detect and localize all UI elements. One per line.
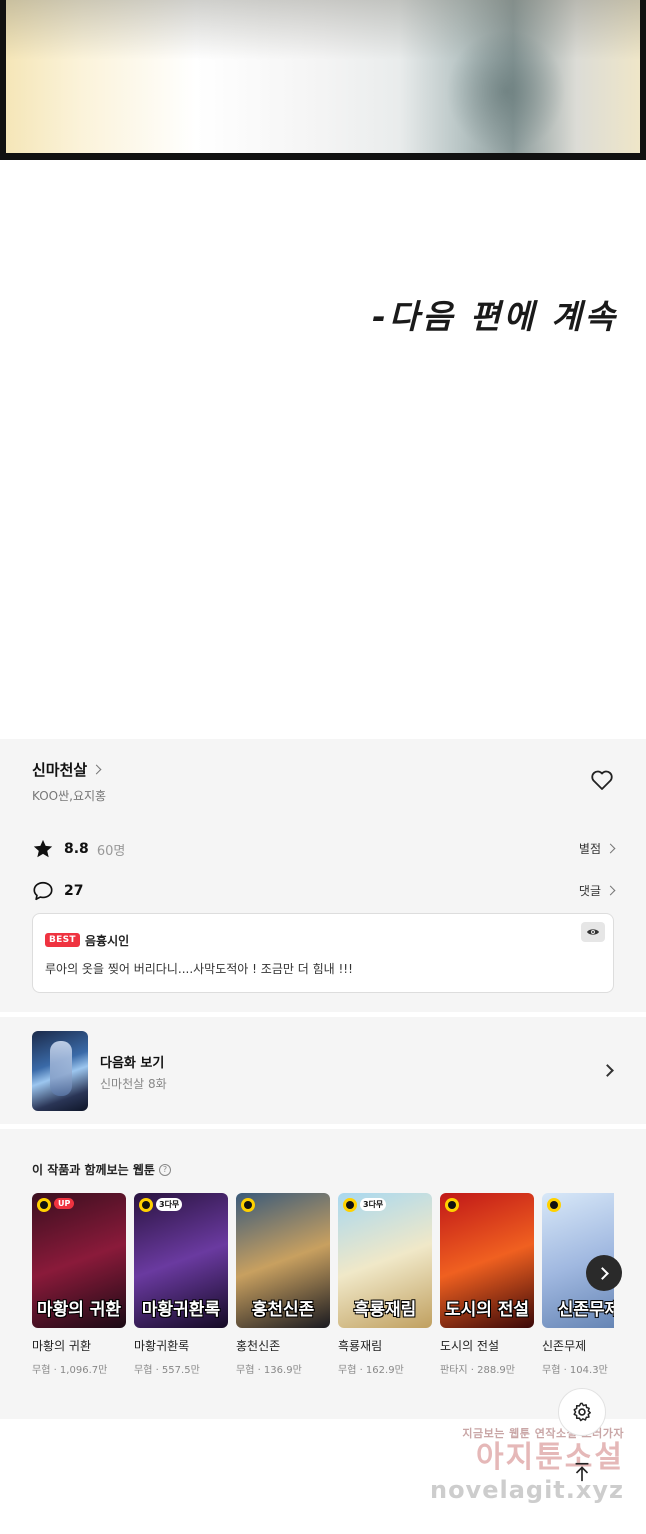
recommend-card[interactable]: 3다무 흑룡재림 흑룡재림 무협 · 162.9만 bbox=[338, 1193, 432, 1376]
eye-glyph bbox=[587, 929, 599, 935]
recommend-card[interactable]: 홍천신존 홍천신존 무협 · 136.9만 bbox=[236, 1193, 330, 1376]
comment-link[interactable]: 댓글 bbox=[578, 882, 616, 899]
comment-bubble-icon bbox=[33, 881, 53, 901]
settings-button[interactable] bbox=[558, 1388, 606, 1436]
recommend-title: 흑룡재림 bbox=[338, 1339, 383, 1353]
carousel-next-button[interactable] bbox=[586, 1255, 622, 1291]
recommend-cover: UP 마황의 귀환 bbox=[32, 1193, 126, 1328]
recommend-cover-title: 마황귀환록 bbox=[141, 1300, 221, 1321]
arrow-up-icon bbox=[575, 1462, 589, 1482]
clock-icon bbox=[139, 1198, 153, 1212]
update-badge: UP bbox=[54, 1198, 75, 1209]
work-authors: KOO싼,요지홍 bbox=[32, 789, 107, 803]
clock-icon bbox=[241, 1198, 255, 1212]
recommend-meta: 판타지 · 288.9만 bbox=[440, 1365, 515, 1376]
chevron-right-icon bbox=[605, 885, 616, 896]
recommend-header-label: 이 작품과 함께보는 웹툰 bbox=[32, 1163, 155, 1177]
star-icon bbox=[33, 839, 53, 858]
work-title: 신마천살 bbox=[32, 761, 88, 779]
recommend-cover-title: 도시의 전설 bbox=[444, 1300, 530, 1321]
recommend-section: 이 작품과 함께보는 웹툰 ? UP 마황의 귀환 마황의 귀환 무협 · 1,… bbox=[0, 1129, 646, 1419]
recommend-meta: 무협 · 104.3만 bbox=[542, 1365, 608, 1376]
next-episode-subtitle: 신마천살 8화 bbox=[100, 1077, 167, 1091]
best-badge: BEST bbox=[45, 933, 80, 947]
comic-panel-image bbox=[0, 0, 646, 160]
comment-row: 27 댓글 bbox=[32, 879, 616, 903]
page: -다음 편에 계속 신마천살 KOO싼,요지홍 8.8 60명 별점 27 댓글… bbox=[0, 0, 646, 1534]
best-comment-user: 음흉시인 bbox=[85, 934, 130, 948]
recommend-meta: 무협 · 557.5만 bbox=[134, 1365, 200, 1376]
next-episode-thumbnail bbox=[32, 1031, 88, 1111]
recommend-cover-title: 흑룡재림 bbox=[353, 1300, 417, 1321]
best-comment-card[interactable]: BEST 음흉시인 루아의 옷을 찢어 버리다니....사막도적아 ! 조금만 … bbox=[32, 913, 614, 993]
gear-icon bbox=[573, 1402, 591, 1422]
best-comment-text: 루아의 옷을 찢어 버리다니....사막도적아 ! 조금만 더 힘내 !!! bbox=[45, 962, 353, 976]
chevron-right-icon bbox=[601, 1064, 614, 1077]
heart-icon[interactable] bbox=[590, 769, 614, 791]
chevron-right-icon bbox=[605, 843, 616, 854]
help-icon[interactable]: ? bbox=[158, 1163, 171, 1176]
clock-icon bbox=[445, 1198, 459, 1212]
work-info-section: 신마천살 KOO싼,요지홍 8.8 60명 별점 27 댓글 BEST 음흉시인… bbox=[0, 739, 646, 1012]
scroll-top-button[interactable] bbox=[558, 1448, 606, 1496]
comment-count: 27 bbox=[64, 883, 84, 899]
rating-count: 60명 bbox=[96, 843, 126, 859]
work-title-link[interactable]: 신마천살 bbox=[32, 759, 102, 780]
recommend-card[interactable]: 3다무 마황귀환록 마황귀환록 무협 · 557.5만 bbox=[134, 1193, 228, 1376]
clock-icon bbox=[37, 1198, 51, 1212]
clock-icon bbox=[343, 1198, 357, 1212]
recommend-header: 이 작품과 함께보는 웹툰 ? bbox=[32, 1161, 171, 1178]
eye-icon[interactable] bbox=[581, 922, 605, 942]
recommend-cover: 홍천신존 bbox=[236, 1193, 330, 1328]
recommend-title: 신존무제 bbox=[542, 1339, 587, 1353]
rating-link-label: 별점 bbox=[578, 842, 601, 856]
recommend-meta: 무협 · 136.9만 bbox=[236, 1365, 302, 1376]
chevron-right-icon bbox=[91, 764, 102, 775]
recommend-list: UP 마황의 귀환 마황의 귀환 무협 · 1,096.7만 3다무 마황귀환록… bbox=[32, 1193, 614, 1383]
recommend-title: 홍천신존 bbox=[236, 1339, 281, 1353]
recommend-cover-title: 신존무제 bbox=[557, 1300, 614, 1321]
recommend-meta: 무협 · 1,096.7만 bbox=[32, 1365, 108, 1376]
clock-icon bbox=[547, 1198, 561, 1212]
comic-blank-panel bbox=[0, 160, 646, 740]
recommend-cover: 3다무 흑룡재림 bbox=[338, 1193, 432, 1328]
recommend-cover-title: 홍천신존 bbox=[251, 1300, 315, 1321]
recommend-card[interactable]: UP 마황의 귀환 마황의 귀환 무협 · 1,096.7만 bbox=[32, 1193, 126, 1376]
rating-link[interactable]: 별점 bbox=[578, 840, 616, 857]
rating-row: 8.8 60명 별점 bbox=[32, 837, 616, 861]
chevron-right-icon bbox=[596, 1266, 609, 1280]
free-badge: 3다무 bbox=[156, 1198, 183, 1211]
comment-link-label: 댓글 bbox=[578, 884, 601, 898]
comic-artwork bbox=[6, 0, 640, 153]
next-episode-row[interactable]: 다음화 보기 신마천살 8화 bbox=[0, 1017, 646, 1124]
recommend-meta: 무협 · 162.9만 bbox=[338, 1365, 404, 1376]
recommend-cover: 도시의 전설 bbox=[440, 1193, 534, 1328]
recommend-title: 마황귀환록 bbox=[134, 1339, 190, 1353]
recommend-cover: 3다무 마황귀환록 bbox=[134, 1193, 228, 1328]
continue-caption: -다음 편에 계속 bbox=[372, 297, 618, 336]
recommend-title: 마황의 귀환 bbox=[32, 1339, 92, 1353]
free-badge: 3다무 bbox=[360, 1198, 387, 1211]
recommend-cover-title: 마황의 귀환 bbox=[36, 1300, 122, 1321]
recommend-title: 도시의 전설 bbox=[440, 1339, 500, 1353]
rating-score: 8.8 bbox=[64, 841, 89, 857]
recommend-card[interactable]: 도시의 전설 도시의 전설 판타지 · 288.9만 bbox=[440, 1193, 534, 1376]
next-episode-title: 다음화 보기 bbox=[100, 1056, 165, 1071]
